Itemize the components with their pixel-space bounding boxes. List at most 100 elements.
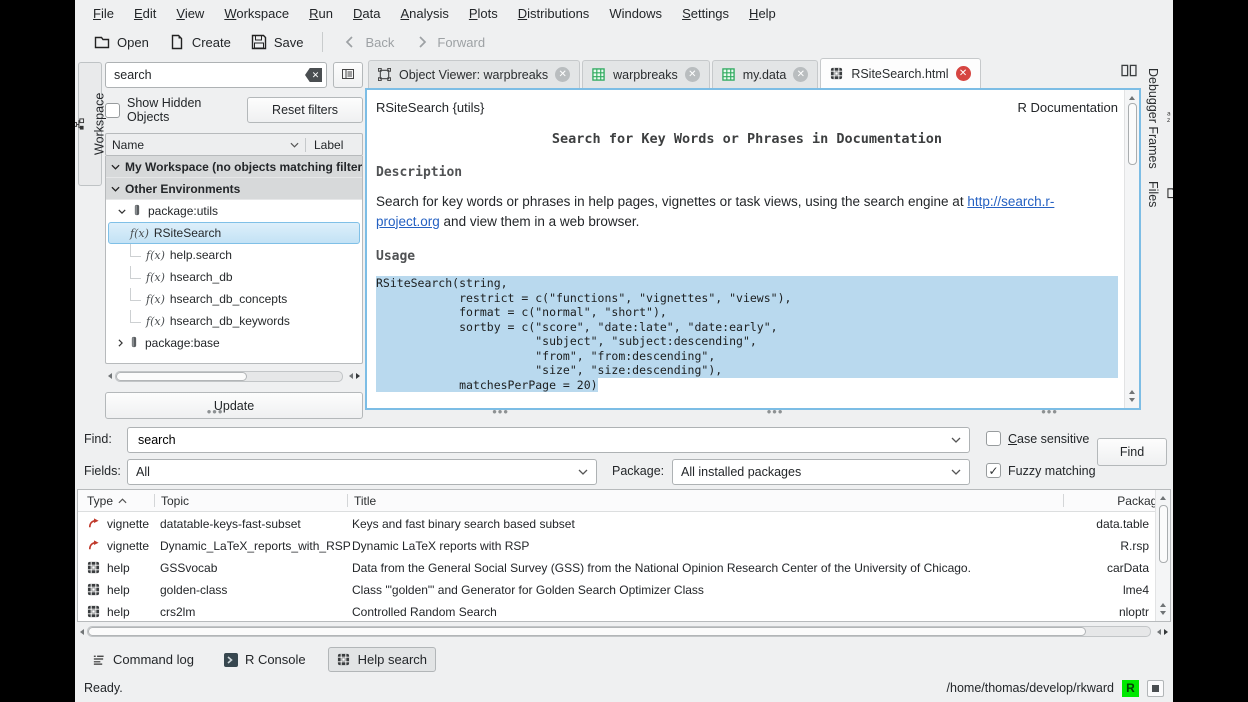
help-icon (337, 653, 351, 667)
find-button[interactable]: Find (1097, 438, 1167, 466)
close-icon[interactable]: ✕ (956, 66, 971, 81)
command-log-icon (92, 653, 106, 667)
tree-item-hsearch-db-concepts[interactable]: f(x) hsearch_db_concepts (106, 288, 362, 310)
list-options-button[interactable] (333, 62, 363, 88)
r-console-tab[interactable]: R Console (216, 648, 314, 671)
table-row[interactable]: help crs2lm Controlled Random Search nlo… (78, 601, 1155, 623)
results-vertical-scrollbar[interactable] (1155, 490, 1170, 621)
help-search-tab[interactable]: Help search (328, 647, 436, 672)
tree-item-rsitesearch[interactable]: f(x) RSiteSearch (108, 222, 360, 244)
column-label[interactable]: Label (306, 138, 362, 152)
show-hidden-checkbox[interactable] (105, 103, 120, 118)
right-tool-bar: az Debugger Frames Files (1146, 62, 1171, 213)
debugger-frames-tab[interactable]: az Debugger Frames (1146, 62, 1173, 175)
menu-workspace[interactable]: Workspace (214, 2, 299, 25)
table-row[interactable]: vignette Dynamic_LaTeX_reports_with_RSP … (78, 535, 1155, 557)
package-icon (131, 204, 143, 219)
forward-button[interactable]: Forward (405, 30, 494, 54)
fields-dropdown[interactable]: All (127, 459, 597, 485)
doc-vertical-scrollbar[interactable] (1124, 90, 1139, 408)
tab-warpbreaks[interactable]: warpbreaks ✕ (582, 60, 710, 88)
tab-my-data[interactable]: my.data ✕ (712, 60, 819, 88)
scrollbar-thumb[interactable] (88, 627, 1086, 636)
fuzzy-matching-checkbox[interactable]: ✓ Fuzzy matching (986, 463, 1096, 478)
case-sensitive-checkbox[interactable]: Case sensitive (986, 431, 1089, 446)
menu-bar: File Edit View Workspace Run Data Analys… (75, 0, 1173, 26)
document-tab-bar: Object Viewer: warpbreaks ✕ warpbreaks ✕… (365, 58, 1141, 88)
command-log-tab[interactable]: Command log (84, 648, 202, 671)
vignette-icon (87, 539, 101, 553)
menu-view[interactable]: View (166, 2, 214, 25)
tree-item-hsearch-db-keywords[interactable]: f(x) hsearch_db_keywords (106, 310, 362, 332)
find-combobox[interactable] (127, 427, 970, 453)
scroll-down-icon[interactable] (1129, 398, 1135, 405)
table-row[interactable]: help GSSvocab Data from the General Soci… (78, 557, 1155, 579)
tree-item-package-utils[interactable]: package:utils (106, 200, 362, 222)
object-search-input[interactable] (105, 62, 327, 88)
close-icon[interactable]: ✕ (555, 67, 570, 82)
scroll-right-icon[interactable] (356, 373, 363, 379)
scroll-left-icon[interactable] (346, 373, 353, 379)
open-button[interactable]: Open (85, 30, 158, 54)
scrollbar-thumb[interactable] (1128, 103, 1137, 165)
scroll-up-icon[interactable] (1129, 387, 1135, 394)
chevron-down-icon[interactable] (578, 469, 588, 475)
tree-section-other-environments[interactable]: Other Environments (106, 178, 362, 200)
split-view-icon[interactable] (1121, 64, 1137, 82)
table-row[interactable]: vignette datatable-keys-fast-subset Keys… (78, 513, 1155, 535)
scroll-down-icon[interactable] (1160, 611, 1166, 618)
menu-windows[interactable]: Windows (599, 2, 672, 25)
scroll-left-icon[interactable] (105, 373, 112, 379)
folder-icon (1167, 186, 1173, 202)
scroll-left-icon[interactable] (1154, 629, 1161, 635)
menu-run[interactable]: Run (299, 2, 343, 25)
chevron-right-icon (414, 34, 430, 50)
menu-file[interactable]: File (83, 2, 124, 25)
scroll-up-icon[interactable] (1160, 600, 1166, 607)
scroll-left-icon[interactable] (77, 629, 84, 635)
usage-code-block[interactable]: RSiteSearch(string, restrict = c("functi… (376, 276, 1118, 392)
scroll-right-icon[interactable] (1164, 629, 1171, 635)
column-type[interactable]: Type (78, 494, 154, 508)
tab-object-viewer-warpbreaks[interactable]: Object Viewer: warpbreaks ✕ (368, 60, 580, 88)
scroll-up-icon[interactable] (1129, 93, 1135, 100)
chevron-down-icon[interactable] (951, 469, 961, 475)
chevron-down-icon[interactable] (951, 437, 961, 443)
tree-item-package-base[interactable]: package:base (106, 332, 362, 354)
scrollbar-thumb[interactable] (116, 372, 247, 381)
column-name[interactable]: Name (106, 138, 305, 152)
save-button[interactable]: Save (242, 30, 313, 54)
reset-filters-button[interactable]: Reset filters (247, 97, 363, 123)
close-icon[interactable]: ✕ (793, 67, 808, 82)
scroll-up-icon[interactable] (1160, 493, 1166, 500)
tree-item-help-search[interactable]: f(x) help.search (106, 244, 362, 266)
menu-analysis[interactable]: Analysis (390, 2, 458, 25)
scrollbar-thumb[interactable] (1159, 505, 1168, 563)
pane-splitter[interactable]: ••• ••• ••• ••• (75, 412, 1173, 421)
menu-data[interactable]: Data (343, 2, 390, 25)
tree-item-hsearch-db[interactable]: f(x) hsearch_db (106, 266, 362, 288)
find-input[interactable] (136, 432, 951, 448)
column-topic[interactable]: Topic (155, 494, 347, 508)
menu-plots[interactable]: Plots (459, 2, 508, 25)
column-title[interactable]: Title (348, 494, 1063, 508)
results-horizontal-scrollbar[interactable] (77, 624, 1171, 639)
sidebar-horizontal-scrollbar[interactable] (105, 369, 363, 383)
data-table-icon (722, 68, 736, 82)
close-icon[interactable]: ✕ (685, 67, 700, 82)
tree-section-my-workspace[interactable]: My Workspace (no objects matching filter… (106, 156, 362, 178)
menu-settings[interactable]: Settings (672, 2, 739, 25)
table-row[interactable]: help golden-class Class '"golden"' and G… (78, 579, 1155, 601)
package-dropdown[interactable]: All installed packages (672, 459, 970, 485)
menu-distributions[interactable]: Distributions (508, 2, 600, 25)
create-button[interactable]: Create (160, 30, 240, 54)
menu-help[interactable]: Help (739, 2, 786, 25)
stop-icon[interactable] (1147, 680, 1164, 697)
tab-rsitesearch-html[interactable]: RSiteSearch.html ✕ (820, 58, 980, 88)
files-tab[interactable]: Files (1146, 175, 1173, 213)
doc-header-right: R Documentation (1018, 100, 1118, 115)
help-document-view: RSiteSearch {utils} R Documentation Sear… (365, 88, 1141, 410)
menu-edit[interactable]: Edit (124, 2, 166, 25)
workspace-tool-tab[interactable]: Workspace (78, 62, 102, 186)
back-button[interactable]: Back (333, 30, 403, 54)
